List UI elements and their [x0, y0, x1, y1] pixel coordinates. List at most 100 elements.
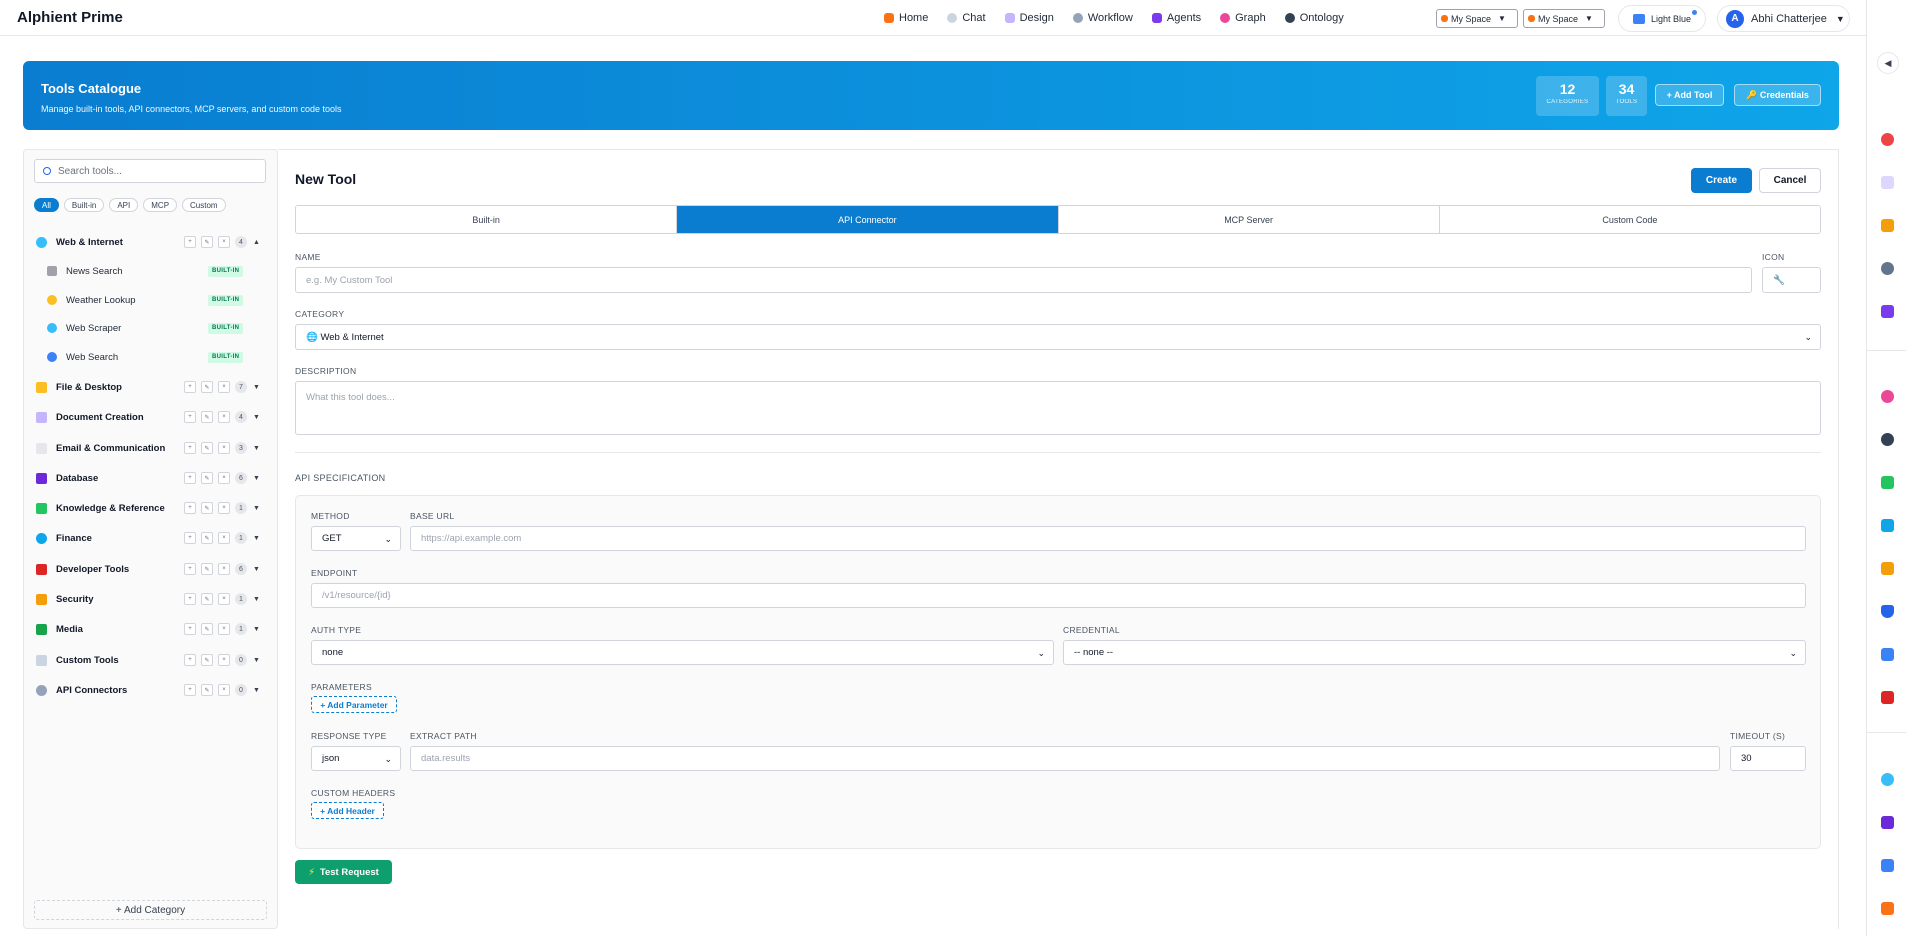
theme-button[interactable]: Light Blue: [1618, 5, 1706, 32]
globe-icon[interactable]: [1881, 433, 1894, 446]
add-tool-icon[interactable]: +: [184, 236, 196, 248]
globe-icon[interactable]: [1881, 773, 1894, 786]
category-api-connectors[interactable]: API Connectors + ✎ × 0 ▼: [24, 680, 277, 700]
credential-select[interactable]: -- none -- ⌄: [1063, 640, 1806, 665]
nav-agents[interactable]: Agents: [1151, 8, 1201, 28]
category-database[interactable]: Database + ✎ × 6 ▼: [24, 468, 277, 488]
edit-icon[interactable]: ✎: [201, 684, 213, 696]
tools-icon[interactable]: [1881, 691, 1894, 704]
add-tool-icon[interactable]: +: [184, 532, 196, 544]
gear-icon[interactable]: [1881, 262, 1894, 275]
filter-mcp[interactable]: MCP: [143, 198, 178, 212]
description-textarea[interactable]: What this tool does...: [295, 381, 1821, 435]
search-input[interactable]: Search tools...: [34, 159, 266, 183]
add-tool-icon[interactable]: +: [184, 684, 196, 696]
add-header-button[interactable]: + Add Header: [311, 802, 384, 819]
chevron-down-icon[interactable]: ▼: [253, 414, 260, 421]
add-tool-icon[interactable]: +: [184, 502, 196, 514]
tool-web-scraper[interactable]: Web Scraper BUILT-IN: [24, 318, 277, 338]
chevron-down-icon[interactable]: ▼: [253, 657, 260, 664]
book-icon[interactable]: [1881, 519, 1894, 532]
create-button[interactable]: Create: [1691, 168, 1752, 193]
tool-news-search[interactable]: News Search BUILT-IN: [24, 261, 277, 281]
edit-icon[interactable]: ✎: [201, 563, 213, 575]
collapse-rail-button[interactable]: ◀: [1877, 52, 1899, 74]
tool-web-search[interactable]: Web Search BUILT-IN: [24, 347, 277, 367]
chevron-down-icon[interactable]: ▼: [253, 475, 260, 482]
scale-icon[interactable]: [1881, 902, 1894, 915]
endpoint-input[interactable]: /v1/resource/{id}: [311, 583, 1806, 608]
category-select[interactable]: 🌐 Web & Internet ⌄: [295, 324, 1821, 350]
extract-path-input[interactable]: data.results: [410, 746, 1720, 771]
clipboard-icon[interactable]: [1881, 562, 1894, 575]
credentials-button[interactable]: 🔑 Credentials: [1734, 84, 1821, 106]
add-tool-icon[interactable]: +: [184, 623, 196, 635]
base-url-input[interactable]: https://api.example.com: [410, 526, 1806, 551]
delete-icon[interactable]: ×: [218, 502, 230, 514]
edit-icon[interactable]: ✎: [201, 623, 213, 635]
add-tool-icon[interactable]: +: [184, 593, 196, 605]
filter-all[interactable]: All: [34, 198, 59, 212]
books-icon[interactable]: [1881, 476, 1894, 489]
cancel-button[interactable]: Cancel: [1759, 168, 1821, 193]
nav-design[interactable]: Design: [1004, 8, 1054, 28]
add-tool-icon[interactable]: +: [184, 472, 196, 484]
chevron-down-icon[interactable]: ▼: [253, 445, 260, 452]
brain-icon[interactable]: [1881, 390, 1894, 403]
category-document-creation[interactable]: Document Creation + ✎ × 4 ▼: [24, 407, 277, 427]
category-custom-tools[interactable]: Custom Tools + ✎ × 0 ▼: [24, 650, 277, 670]
target-icon[interactable]: [1881, 133, 1894, 146]
document-icon[interactable]: [1881, 176, 1894, 189]
tool-weather-lookup[interactable]: Weather Lookup BUILT-IN: [24, 290, 277, 310]
chevron-down-icon[interactable]: ▼: [253, 566, 260, 573]
edit-icon[interactable]: ✎: [201, 381, 213, 393]
shield-icon[interactable]: [1881, 605, 1894, 618]
chevron-up-icon[interactable]: ▲: [253, 239, 260, 246]
nav-chat[interactable]: Chat: [947, 8, 986, 28]
space-select-1[interactable]: My Space ▼: [1436, 9, 1518, 28]
test-request-button[interactable]: ⚡ Test Request: [295, 860, 392, 884]
add-parameter-button[interactable]: + Add Parameter: [311, 696, 397, 713]
add-tool-icon[interactable]: +: [184, 411, 196, 423]
tab-mcp-server[interactable]: MCP Server: [1058, 206, 1440, 233]
category-file-desktop[interactable]: File & Desktop + ✎ × 7 ▼: [24, 377, 277, 397]
timeout-input[interactable]: 30: [1730, 746, 1806, 771]
user-menu[interactable]: A Abhi Chatterjee ▼: [1717, 5, 1850, 32]
delete-icon[interactable]: ×: [218, 236, 230, 248]
delete-icon[interactable]: ×: [218, 472, 230, 484]
category-media[interactable]: Media + ✎ × 1 ▼: [24, 619, 277, 639]
category-finance[interactable]: Finance + ✎ × 1 ▼: [24, 528, 277, 548]
chevron-down-icon[interactable]: ▼: [253, 505, 260, 512]
edit-icon[interactable]: ✎: [201, 532, 213, 544]
delete-icon[interactable]: ×: [218, 654, 230, 666]
edit-icon[interactable]: ✎: [201, 236, 213, 248]
robot-icon[interactable]: [1881, 305, 1894, 318]
tab-api-connector[interactable]: API Connector: [677, 206, 1059, 233]
delete-icon[interactable]: ×: [218, 684, 230, 696]
delete-icon[interactable]: ×: [218, 563, 230, 575]
category-developer-tools[interactable]: Developer Tools + ✎ × 6 ▼: [24, 559, 277, 579]
add-category-button[interactable]: + Add Category: [34, 900, 267, 920]
category-web-internet[interactable]: Web & Internet + ✎ × 4 ▲: [24, 232, 277, 252]
category-knowledge-reference[interactable]: Knowledge & Reference + ✎ × 1 ▼: [24, 498, 277, 518]
database-icon[interactable]: [1881, 816, 1894, 829]
delete-icon[interactable]: ×: [218, 381, 230, 393]
edit-icon[interactable]: ✎: [201, 442, 213, 454]
bag-icon[interactable]: [1881, 648, 1894, 661]
chevron-down-icon[interactable]: ▼: [253, 384, 260, 391]
edit-icon[interactable]: ✎: [201, 411, 213, 423]
method-select[interactable]: GET ⌄: [311, 526, 401, 551]
add-tool-icon[interactable]: +: [184, 381, 196, 393]
tab-built-in[interactable]: Built-in: [296, 206, 678, 233]
filter-built-in[interactable]: Built-in: [63, 198, 105, 212]
delete-icon[interactable]: ×: [218, 593, 230, 605]
icon-input[interactable]: 🔧: [1762, 267, 1821, 293]
clipboard-icon[interactable]: [1881, 219, 1894, 232]
delete-icon[interactable]: ×: [218, 623, 230, 635]
add-tool-button[interactable]: + Add Tool: [1655, 84, 1724, 106]
nav-graph[interactable]: Graph: [1220, 8, 1266, 28]
delete-icon[interactable]: ×: [218, 442, 230, 454]
edit-icon[interactable]: ✎: [201, 472, 213, 484]
filter-api[interactable]: API: [109, 198, 139, 212]
add-tool-icon[interactable]: +: [184, 442, 196, 454]
